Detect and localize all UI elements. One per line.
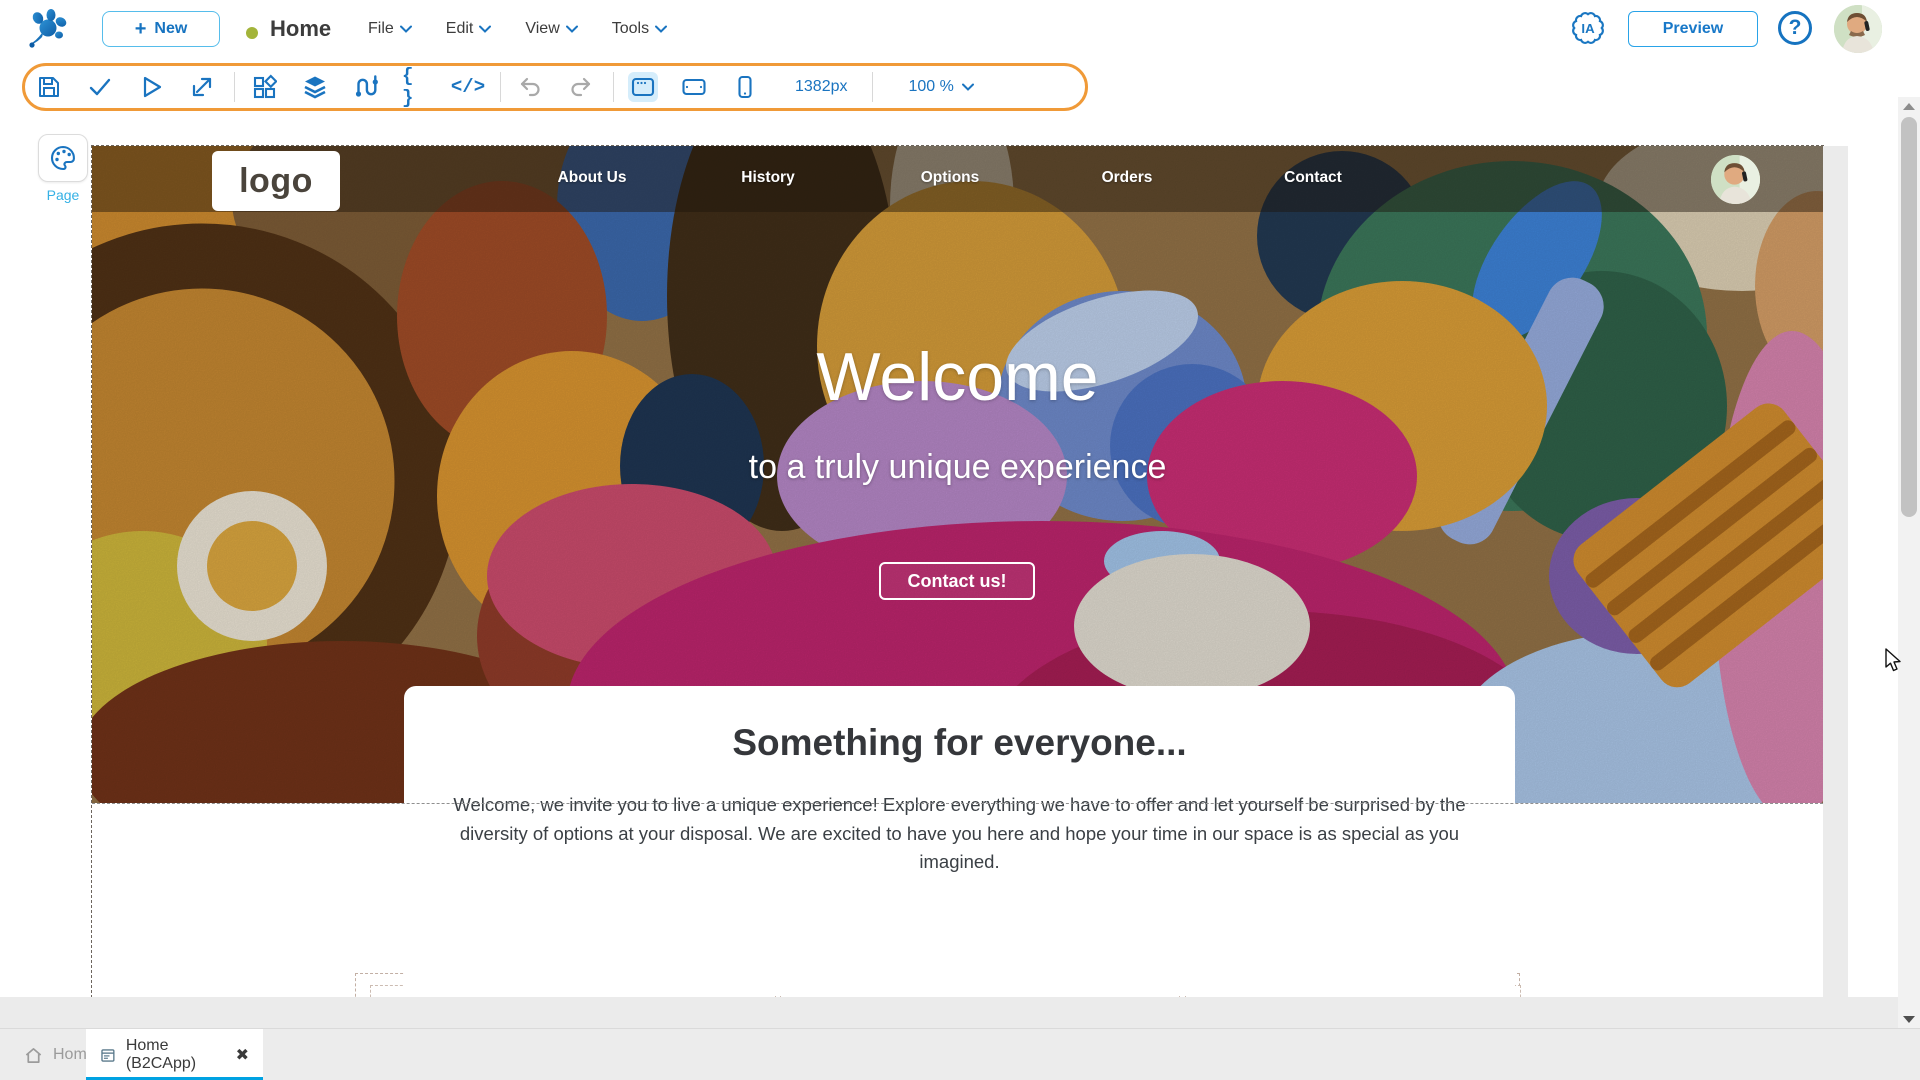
vertical-scrollbar[interactable] [1898,97,1920,1028]
menu-file[interactable]: File [368,20,412,38]
save-icon [36,74,62,100]
braces-icon: { } [402,65,432,109]
components-button[interactable] [249,72,279,102]
tablet-view-icon [681,74,707,100]
site-user-avatar[interactable] [1711,155,1760,204]
tablet-view-button[interactable] [679,72,709,102]
site-navbar: logo About Us History Options Orders Con… [92,146,1823,212]
canvas-right-gutter [1823,146,1848,997]
layers-button[interactable] [300,72,330,102]
status-dot [246,27,258,39]
source-code-button[interactable]: </> [453,72,483,102]
connector-icon [353,74,379,100]
validate-button[interactable] [85,72,115,102]
preview-button-label: Preview [1663,20,1723,38]
scroll-down-arrow[interactable] [1898,1010,1920,1028]
bottom-tab-bar: Home Home (B2CApp) ✖ [0,1028,1920,1080]
close-tab-icon[interactable]: ✖ [236,1045,249,1065]
menu-file-label: File [368,20,394,38]
redo-icon [568,74,594,100]
new-button[interactable]: + New [102,11,220,47]
plus-icon: + [135,19,147,39]
chevron-down-icon [479,25,491,33]
connector-button[interactable] [351,72,381,102]
desktop-view-button[interactable] [628,72,658,102]
ia-badge-label: IA [1581,21,1595,36]
help-button[interactable]: ? [1778,11,1812,45]
menu-view[interactable]: View [525,20,577,38]
export-icon [189,74,215,100]
mobile-view-button[interactable] [730,72,760,102]
scroll-up-arrow[interactable] [1898,97,1920,115]
content-card[interactable]: Something for everyone... Welcome, we in… [404,686,1515,996]
redo-button[interactable] [566,72,596,102]
top-bar: + New Home File Edit View Tools [0,0,1920,58]
menu-bar: File Edit View Tools [368,0,667,58]
menu-edit[interactable]: Edit [446,20,492,38]
toolbar-divider [613,72,614,102]
hero-subtitle: to a truly unique experience [92,448,1823,487]
save-button[interactable] [34,72,64,102]
zoom-select[interactable]: 100 % [909,78,974,96]
question-icon: ? [1789,16,1802,40]
menu-tools-label: Tools [612,20,649,38]
menu-view-label: View [525,20,559,38]
page-title: Home [270,16,331,42]
menu-edit-label: Edit [446,20,474,38]
palette-icon [49,144,77,172]
tab-active-label: Home (B2CApp) [126,1037,224,1073]
toolbar-divider [500,72,501,102]
undo-button[interactable] [515,72,545,102]
contact-us-label: Contact us! [908,571,1007,592]
check-icon [87,74,113,100]
scrollbar-thumb[interactable] [1901,117,1917,517]
site-logo[interactable]: logo [212,151,340,211]
app-logo-icon[interactable] [26,8,68,50]
publish-button[interactable] [187,72,217,102]
nav-link-about[interactable]: About Us [558,169,627,187]
section-boundary-line [92,803,1823,804]
toolbar-divider [234,72,235,102]
ia-badge-icon[interactable]: IA [1570,10,1606,46]
chevron-down-icon [962,83,974,91]
site-logo-text: logo [239,162,313,201]
toolbar-divider [872,72,873,102]
code-icon: </> [451,76,485,98]
desktop-view-icon [630,74,656,100]
expressions-button[interactable]: { } [402,72,432,102]
nav-link-orders[interactable]: Orders [1102,169,1153,187]
undo-icon [517,74,543,100]
chevron-down-icon [655,25,667,33]
canvas-width-value[interactable]: 1382px [795,78,848,96]
nav-link-contact[interactable]: Contact [1284,169,1342,187]
nav-link-history[interactable]: History [741,169,794,187]
mobile-view-icon [732,74,758,100]
user-avatar[interactable] [1834,5,1882,53]
tab-home-b2capp[interactable]: Home (B2CApp) ✖ [86,1029,263,1080]
card-title: Something for everyone... [404,722,1515,764]
play-icon [138,74,164,100]
home-icon [24,1046,43,1065]
hero-title: Welcome [92,338,1823,416]
page-window-icon [100,1046,116,1065]
preview-button[interactable]: Preview [1628,11,1758,47]
chevron-down-icon [566,25,578,33]
chevron-down-icon [400,25,412,33]
design-canvas[interactable]: logo About Us History Options Orders Con… [92,146,1823,997]
canvas-bottom-gutter [0,997,1920,1028]
page-panel-button[interactable] [38,134,88,182]
contact-us-button[interactable]: Contact us! [879,562,1035,600]
editor-toolbar: { } </> [0,58,1920,116]
menu-tools[interactable]: Tools [612,20,667,38]
layers-icon [302,74,328,100]
zoom-level-value: 100 % [909,78,954,96]
run-button[interactable] [136,72,166,102]
new-button-label: New [154,20,187,38]
components-icon [251,74,277,100]
app-window: + New Home File Edit View Tools [0,0,1920,1080]
nav-link-options[interactable]: Options [921,169,980,187]
